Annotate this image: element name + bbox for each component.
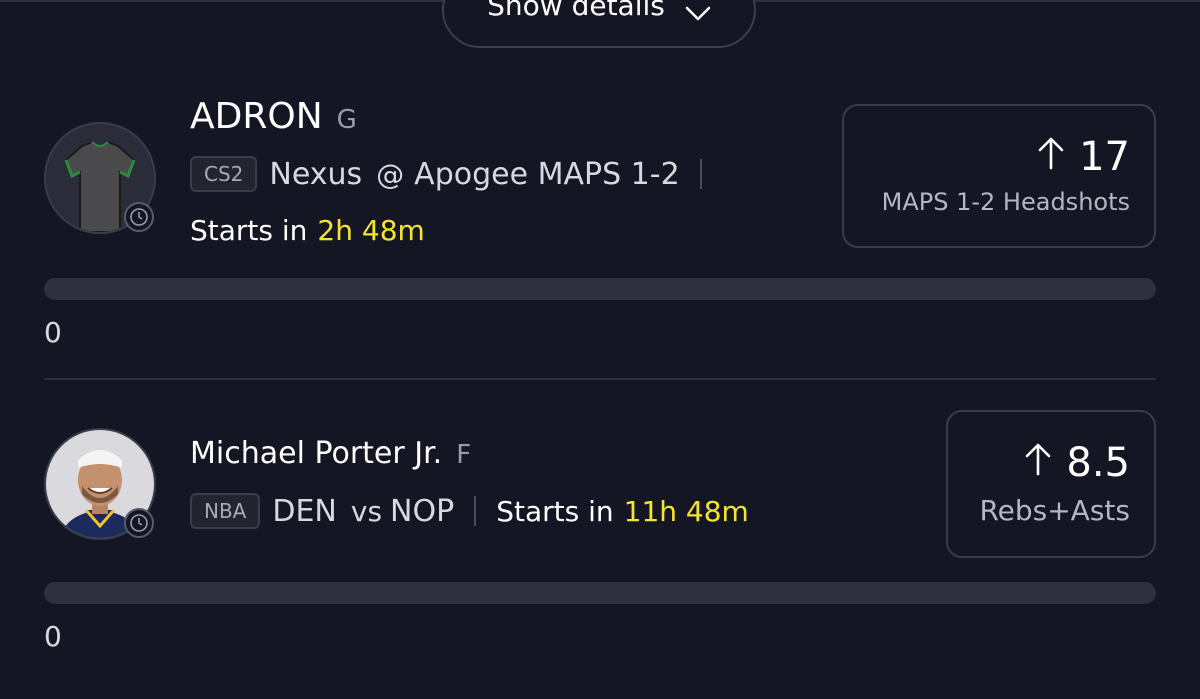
team-a: DEN xyxy=(272,493,337,529)
team-a: Nexus xyxy=(269,156,363,192)
player-name-row: Michael Porter Jr. F xyxy=(190,436,471,471)
progress-bar xyxy=(44,278,1156,300)
avatar xyxy=(44,428,156,540)
current-count: 0 xyxy=(44,620,62,653)
chevron-down-icon xyxy=(685,6,711,22)
progress-bar xyxy=(44,582,1156,604)
avatar xyxy=(44,122,156,234)
line-value: 8.5 xyxy=(1066,440,1130,486)
start-time-row: Starts in 2h 48m xyxy=(190,214,425,247)
league-badge: NBA xyxy=(190,493,261,529)
starts-in-label: Starts in xyxy=(190,214,308,247)
arrow-up-icon xyxy=(1037,134,1065,180)
match-info: CS2 Nexus @ Apogee MAPS 1-2 xyxy=(190,156,722,192)
starts-in-time: 2h 48m xyxy=(317,214,425,247)
stat-type: MAPS 1-2 Headshots xyxy=(881,188,1130,216)
line-value-row: 17 xyxy=(844,134,1130,180)
match-separator: @ xyxy=(376,157,405,191)
clock-icon xyxy=(124,508,154,538)
stat-type: Rebs+Asts xyxy=(979,494,1130,527)
team-b: Apogee MAPS 1-2 xyxy=(414,156,680,192)
current-count: 0 xyxy=(44,316,62,349)
divider-bar xyxy=(474,496,477,526)
line-value-row: 8.5 xyxy=(948,440,1130,486)
stat-line-box[interactable]: 8.5 Rebs+Asts xyxy=(946,410,1156,558)
clock-icon xyxy=(124,202,154,232)
show-details-button[interactable]: Show details xyxy=(442,0,756,48)
player-position: F xyxy=(456,440,472,470)
starts-in-label: Starts in xyxy=(496,494,614,528)
player-name: ADRON xyxy=(190,96,323,137)
show-details-label: Show details xyxy=(487,0,665,22)
team-b: NOP xyxy=(390,493,455,529)
player-name-row: ADRON G xyxy=(190,96,357,137)
stat-line-box[interactable]: 17 MAPS 1-2 Headshots xyxy=(842,104,1156,248)
starts-in-time: 11h 48m xyxy=(623,494,749,528)
arrow-up-icon xyxy=(1024,440,1052,486)
player-name: Michael Porter Jr. xyxy=(190,436,443,471)
pick-divider xyxy=(44,378,1156,380)
match-separator: vs xyxy=(350,494,383,528)
player-position: G xyxy=(336,105,357,135)
divider-bar xyxy=(699,159,702,189)
line-value: 17 xyxy=(1079,134,1130,180)
match-info: NBA DEN vs NOP Starts in 11h 48m xyxy=(190,493,749,529)
league-badge: CS2 xyxy=(190,156,258,192)
